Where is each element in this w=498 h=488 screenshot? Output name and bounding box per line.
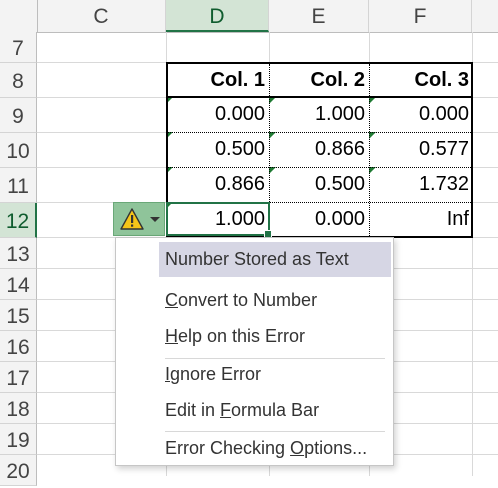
table-cell[interactable]: 0.500: [269, 167, 369, 202]
select-all-corner[interactable]: [0, 0, 38, 32]
cell-value: 1.732: [418, 173, 469, 195]
error-indicator-icon: [269, 97, 276, 104]
table-cell[interactable]: 0.000: [369, 97, 473, 132]
table-border: [166, 96, 473, 98]
row-header-10[interactable]: 10: [0, 133, 37, 168]
error-indicator-icon: [166, 202, 173, 209]
row-header-13[interactable]: 13: [0, 238, 37, 269]
row-header-20[interactable]: 20: [0, 455, 37, 486]
menu-item-error-checking-options[interactable]: Error Checking Options...: [159, 431, 391, 466]
table-border: [168, 202, 471, 203]
error-indicator-icon: [166, 97, 173, 104]
row-header-16[interactable]: 16: [0, 331, 37, 362]
row-header-8[interactable]: 8: [0, 63, 37, 98]
cell-value: 0.500: [214, 138, 265, 160]
error-indicator-icon: [369, 132, 376, 139]
error-indicator-icon: [269, 132, 276, 139]
table-cell[interactable]: 0.000: [269, 202, 369, 237]
row-header-9[interactable]: 9: [0, 98, 37, 133]
cell-value: Inf: [446, 208, 469, 230]
error-options-menu: Number Stored as Text Convert to Number …: [115, 237, 394, 466]
column-header-e[interactable]: E: [269, 0, 369, 32]
table-cell[interactable]: 1.732: [369, 167, 473, 202]
table-header-cell[interactable]: Col. 2: [269, 62, 369, 97]
row-header-11[interactable]: 11: [0, 168, 37, 203]
row-header-12[interactable]: 12: [0, 203, 37, 238]
table-header-cell[interactable]: Col. 3: [369, 62, 473, 97]
table-cell[interactable]: Inf: [369, 202, 473, 237]
menu-item-convert-to-number[interactable]: Convert to Number: [159, 283, 391, 318]
error-indicator-icon: [166, 132, 173, 139]
table-cell[interactable]: 0.866: [269, 132, 369, 167]
table-cell[interactable]: 0.866: [166, 167, 269, 202]
cell-value: 1.000: [214, 208, 265, 230]
cell-value: 0.000: [418, 103, 469, 125]
table-cell[interactable]: 0.000: [166, 97, 269, 132]
column-header-f[interactable]: F: [369, 0, 472, 32]
table-cell[interactable]: 1.000: [269, 97, 369, 132]
column-header-bar: C D E F: [0, 0, 498, 33]
table-cell[interactable]: 0.500: [166, 132, 269, 167]
row-header-14[interactable]: 14: [0, 269, 37, 300]
row-header-18[interactable]: 18: [0, 393, 37, 424]
column-header-c[interactable]: C: [37, 0, 166, 32]
menu-item-help-on-this-error[interactable]: Help on this Error: [159, 319, 391, 354]
menu-item-ignore-error[interactable]: Ignore Error: [159, 357, 391, 392]
row-header-7[interactable]: 7: [0, 32, 37, 63]
row-header-19[interactable]: 19: [0, 424, 37, 455]
column-header-d[interactable]: D: [166, 0, 269, 32]
table-border: [168, 167, 471, 168]
table-header-cell[interactable]: Col. 1: [166, 62, 269, 97]
row-header-17[interactable]: 17: [0, 362, 37, 393]
cell-value: 0.577: [418, 138, 469, 160]
table-border: [369, 64, 370, 236]
table-cell[interactable]: 0.577: [369, 132, 473, 167]
table-border: [269, 64, 270, 236]
error-smart-tag-button[interactable]: [113, 202, 165, 236]
error-indicator-icon: [369, 97, 376, 104]
menu-title-number-stored-as-text: Number Stored as Text: [159, 242, 391, 277]
error-indicator-icon: [166, 167, 173, 174]
cell-value: 0.000: [214, 103, 265, 125]
table-border: [168, 132, 471, 133]
warning-icon: [120, 208, 144, 230]
menu-item-edit-in-formula-bar[interactable]: Edit in Formula Bar: [159, 393, 391, 428]
cell-value: 0.500: [314, 173, 365, 195]
error-indicator-icon: [369, 167, 376, 174]
cell-value: 0.866: [214, 173, 265, 195]
cell-value: 0.866: [314, 138, 365, 160]
error-indicator-icon: [269, 167, 276, 174]
table-cell-active[interactable]: 1.000: [166, 202, 269, 237]
cell-value: 0.000: [314, 208, 365, 230]
row-header-15[interactable]: 15: [0, 300, 37, 331]
chevron-down-icon: [150, 217, 160, 222]
cell-value: 1.000: [314, 103, 365, 125]
